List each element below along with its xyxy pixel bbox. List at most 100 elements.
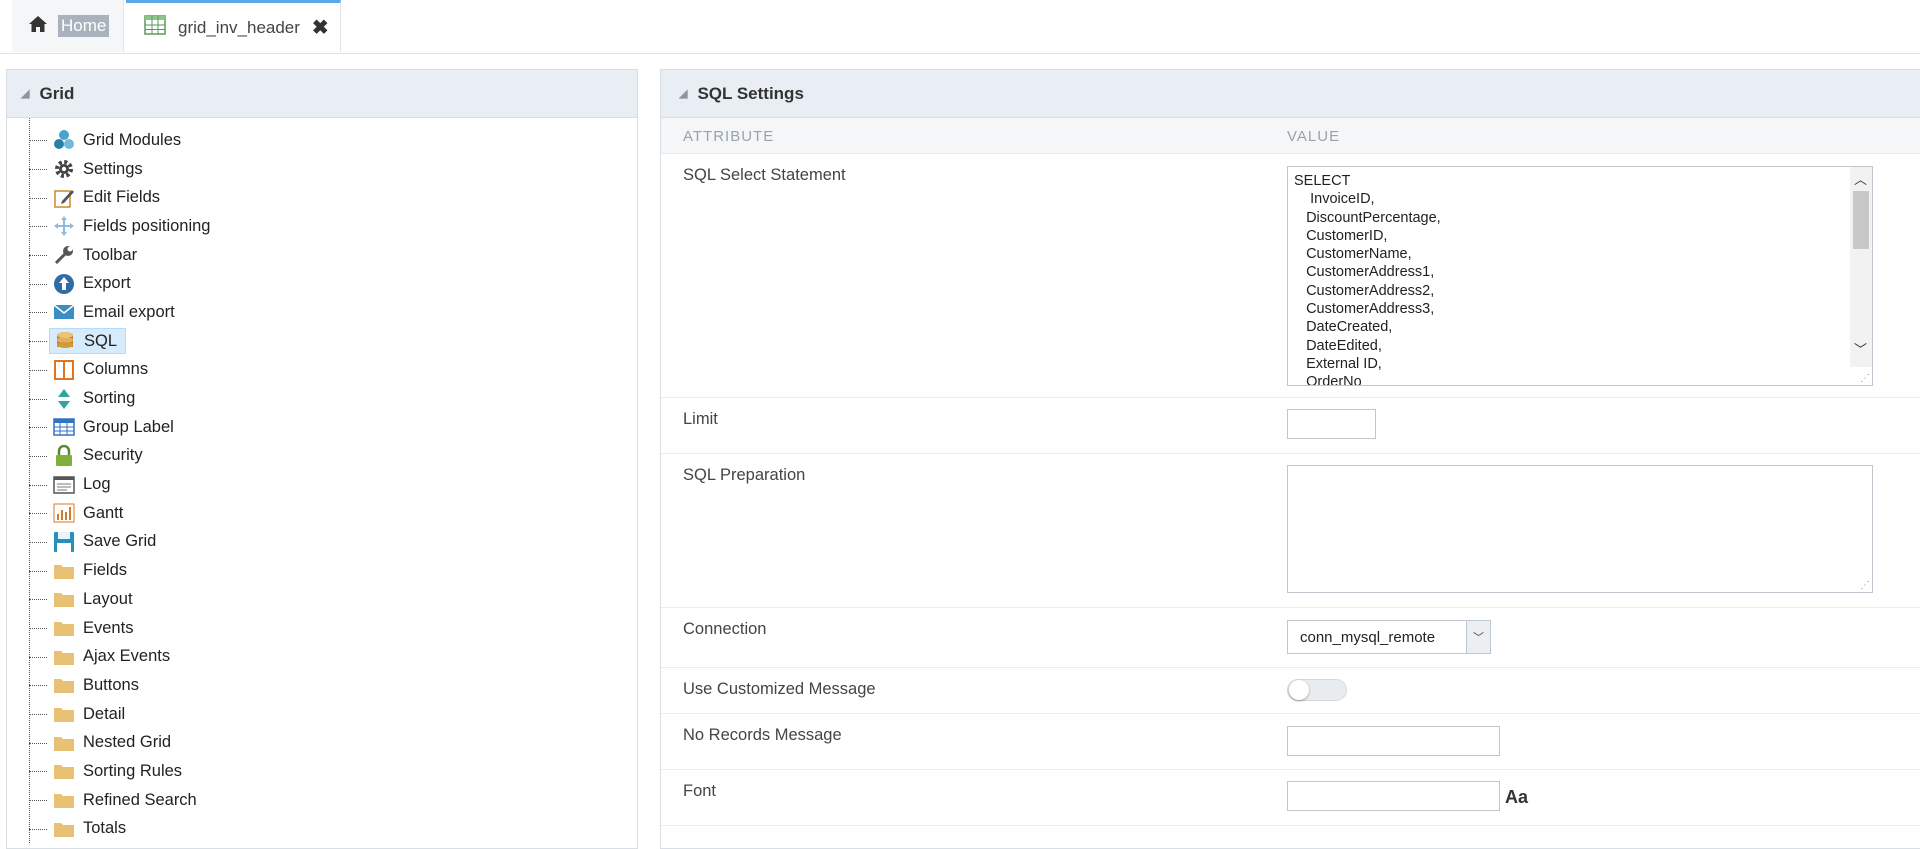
tree-folder-events[interactable]: Events	[7, 614, 637, 643]
tree-item-settings[interactable]: Settings	[7, 155, 637, 184]
folder-icon	[53, 760, 75, 782]
gear-icon	[53, 158, 75, 180]
connection-label: Connection	[683, 620, 767, 638]
tab-grid-inv-header[interactable]: grid_inv_header ✖	[126, 0, 341, 52]
font-input[interactable]	[1287, 781, 1500, 811]
tree-item-label: Grid Modules	[83, 130, 182, 149]
folder-icon	[53, 560, 75, 582]
tree-folder-nested-grid[interactable]: Nested Grid	[7, 728, 637, 757]
tree-item-export[interactable]: Export	[7, 269, 637, 298]
font-label: Font	[683, 782, 717, 800]
folder-icon	[53, 732, 75, 754]
resize-handle-icon[interactable]: ⋰	[1860, 373, 1870, 384]
connection-selected-value: conn_mysql_remote	[1300, 628, 1436, 646]
sql-select-value: SELECT InvoiceID, DiscountPercentage, Cu…	[1287, 166, 1873, 386]
sql-settings-panel: ◢ SQL Settings ATTRIBUTE VALUE SQL Selec…	[660, 69, 1920, 849]
tree-item-fields-positioning[interactable]: Fields positioning	[7, 212, 637, 241]
tree-folder-totals[interactable]: Totals	[7, 815, 637, 844]
grid-table-icon	[144, 15, 166, 40]
tab-grid-label: grid_inv_header	[178, 17, 300, 37]
limit-row: Limit	[661, 398, 1920, 454]
tree-item-label: Layout	[83, 589, 133, 608]
tree-folder-buttons[interactable]: Buttons	[7, 671, 637, 700]
lock-icon	[53, 444, 75, 467]
limit-label: Limit	[683, 410, 718, 428]
tree-item-email-export[interactable]: Email export	[7, 298, 637, 327]
tree-item-log[interactable]: Log	[7, 470, 637, 499]
tree-folder-detail[interactable]: Detail	[7, 700, 637, 729]
tree-item-sql[interactable]: SQL	[7, 327, 637, 356]
tree-item-label: Buttons	[83, 675, 139, 694]
no-records-input[interactable]	[1287, 726, 1500, 756]
folder-icon	[53, 789, 75, 811]
database-icon	[54, 330, 76, 352]
tree-item-label: Save Grid	[83, 532, 157, 551]
envelope-icon	[53, 301, 75, 323]
collapse-triangle-icon[interactable]: ◢	[21, 87, 29, 100]
sql-preparation-value: ⋰	[1287, 465, 1873, 593]
grid-tree: Grid Modules Settings Edit Fields Fields…	[7, 118, 637, 844]
tree-item-label: Nested Grid	[83, 733, 172, 752]
gantt-chart-icon	[53, 502, 75, 524]
resize-handle-icon[interactable]: ⋰	[1860, 580, 1870, 591]
tree-folder-refined-search[interactable]: Refined Search	[7, 786, 637, 815]
tree-folder-ajax-events[interactable]: Ajax Events	[7, 642, 637, 671]
tree-item-label: Events	[83, 618, 134, 637]
sql-scrollbar[interactable]: ︿ ﹀	[1850, 167, 1872, 367]
log-icon	[53, 474, 75, 496]
collapse-triangle-icon[interactable]: ◢	[679, 87, 687, 100]
tree-folder-layout[interactable]: Layout	[7, 585, 637, 614]
close-icon[interactable]: ✖	[312, 15, 329, 40]
tree-item-gantt[interactable]: Gantt	[7, 499, 637, 528]
folder-icon	[53, 646, 75, 668]
tab-home-label: Home	[58, 15, 110, 37]
tree-item-columns[interactable]: Columns	[7, 356, 637, 385]
sql-scrollbar-thumb[interactable]	[1853, 191, 1869, 249]
tree-item-security[interactable]: Security	[7, 442, 637, 471]
tree-item-sorting[interactable]: Sorting	[7, 384, 637, 413]
grid-tree-header[interactable]: ◢ Grid	[7, 70, 637, 118]
tree-item-label: Fields positioning	[83, 216, 211, 235]
home-icon	[28, 15, 48, 38]
edit-icon	[53, 187, 75, 209]
tree-item-label: Log	[83, 475, 111, 494]
tree-item-group-label[interactable]: Group Label	[7, 413, 637, 442]
tree-item-label: Fields	[83, 561, 128, 580]
font-picker-icon[interactable]: Aa	[1505, 787, 1528, 808]
sql-preparation-textarea[interactable]: ⋰	[1287, 465, 1873, 593]
grid-tree-title: Grid	[39, 83, 75, 103]
custom-message-toggle[interactable]	[1287, 679, 1347, 701]
sql-select-label: SQL Select Statement	[683, 166, 846, 184]
toggle-knob	[1289, 680, 1309, 700]
tree-item-toolbar[interactable]: Toolbar	[7, 241, 637, 270]
wrench-icon	[53, 244, 75, 266]
font-value: Aa	[1287, 781, 1528, 811]
tree-item-grid-modules[interactable]: Grid Modules	[7, 126, 637, 155]
tree-item-label: Email export	[83, 302, 175, 321]
tree-item-label: Refined Search	[83, 790, 197, 809]
tree-folder-fields[interactable]: Fields	[7, 556, 637, 585]
tab-home[interactable]: Home	[12, 0, 124, 52]
custom-message-label: Use Customized Message	[683, 680, 876, 698]
scroll-down-icon[interactable]: ﹀	[1854, 339, 1867, 358]
tree-item-label: Gantt	[83, 503, 124, 522]
no-records-row: No Records Message	[661, 714, 1920, 770]
sql-settings-header[interactable]: ◢ SQL Settings	[661, 70, 1920, 118]
connection-value: conn_mysql_remote ﹀	[1287, 620, 1491, 654]
chevron-down-icon[interactable]: ﹀	[1466, 621, 1490, 653]
scroll-up-icon[interactable]: ︿	[1854, 169, 1867, 188]
tree-folder-sorting-rules[interactable]: Sorting Rules	[7, 757, 637, 786]
connection-select[interactable]: conn_mysql_remote ﹀	[1287, 620, 1491, 654]
save-icon	[53, 531, 75, 553]
sql-preparation-label: SQL Preparation	[683, 466, 806, 484]
tree-item-label: Sorting	[83, 389, 136, 408]
tree-item-save-grid[interactable]: Save Grid	[7, 528, 637, 557]
value-column-label: VALUE	[1287, 128, 1341, 145]
move-arrows-icon	[53, 215, 75, 237]
tree-item-edit-fields[interactable]: Edit Fields	[7, 183, 637, 212]
no-records-value	[1287, 726, 1500, 756]
sql-select-text: SELECT InvoiceID, DiscountPercentage, Cu…	[1294, 173, 1441, 386]
sql-select-textarea[interactable]: SELECT InvoiceID, DiscountPercentage, Cu…	[1287, 166, 1873, 386]
no-records-label: No Records Message	[683, 726, 842, 744]
limit-input[interactable]	[1287, 409, 1376, 439]
